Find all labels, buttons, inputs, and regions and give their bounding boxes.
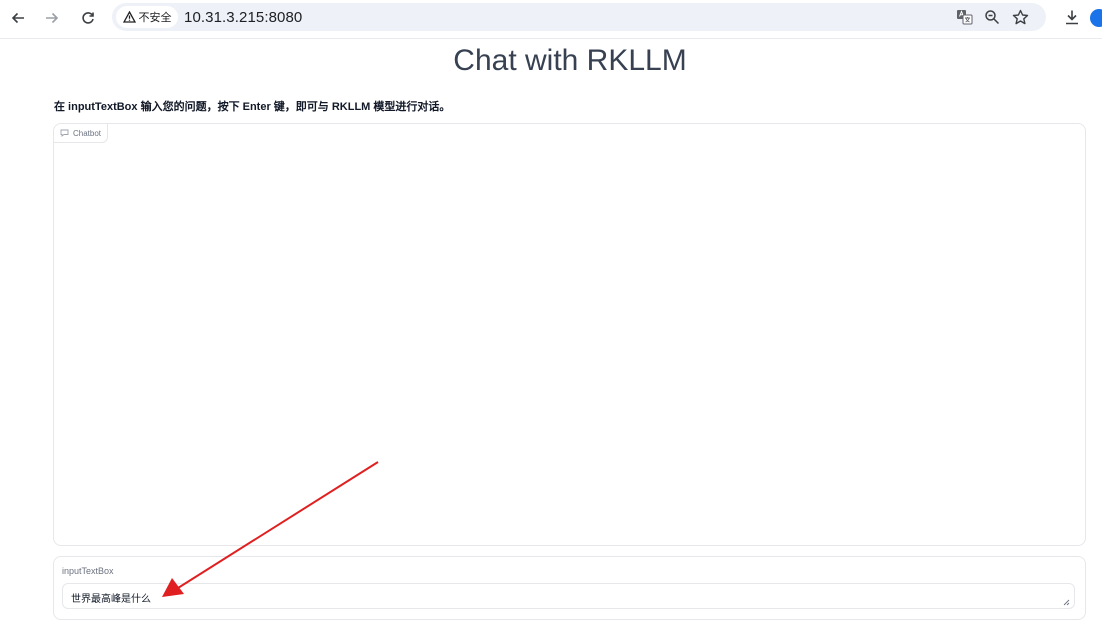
url-text[interactable]: 10.31.3.215:8080 xyxy=(184,9,302,26)
warning-icon xyxy=(122,11,136,23)
input-label: inputTextBox xyxy=(62,566,114,576)
star-icon xyxy=(1012,9,1028,24)
chatbot-label-tag: Chatbot xyxy=(54,124,109,143)
security-label: 不安全 xyxy=(138,12,172,24)
chatbot-panel[interactable]: Chatbot xyxy=(53,123,1086,546)
arrow-right-icon xyxy=(46,12,59,24)
resize-handle-icon[interactable] xyxy=(1062,598,1070,606)
address-bar[interactable]: 不安全 10.31.3.215:8080 xyxy=(112,3,1046,31)
download-icon xyxy=(1066,10,1078,25)
downloads-button[interactable] xyxy=(1060,5,1084,29)
chatbot-label: Chatbot xyxy=(73,128,102,138)
input-block: inputTextBox 世界最高峰是什么 xyxy=(53,556,1086,620)
chat-icon xyxy=(60,129,69,137)
page-title: Chat with RKLLM xyxy=(453,44,687,77)
question-input[interactable]: 世界最高峰是什么 xyxy=(62,583,1075,609)
arrow-left-icon xyxy=(11,12,24,24)
zoom-button[interactable] xyxy=(980,5,1004,29)
reload-icon xyxy=(82,12,94,24)
bookmark-button[interactable] xyxy=(1008,5,1032,29)
browser-toolbar: 不安全 10.31.3.215:8080 xyxy=(0,0,1102,38)
translate-button[interactable] xyxy=(952,5,976,29)
zoom-icon xyxy=(985,10,1000,25)
reload-button[interactable] xyxy=(74,4,102,32)
profile-icon[interactable] xyxy=(1090,9,1102,27)
back-button[interactable] xyxy=(4,4,32,32)
forward-button[interactable] xyxy=(38,4,66,32)
security-indicator[interactable]: 不安全 xyxy=(116,6,178,28)
page-description: 在 inputTextBox 输入您的问题，按下 Enter 键，即可与 RKL… xyxy=(54,101,451,113)
translate-icon xyxy=(956,10,972,25)
toolbar-divider xyxy=(0,38,1102,39)
question-input-value: 世界最高峰是什么 xyxy=(71,594,151,605)
